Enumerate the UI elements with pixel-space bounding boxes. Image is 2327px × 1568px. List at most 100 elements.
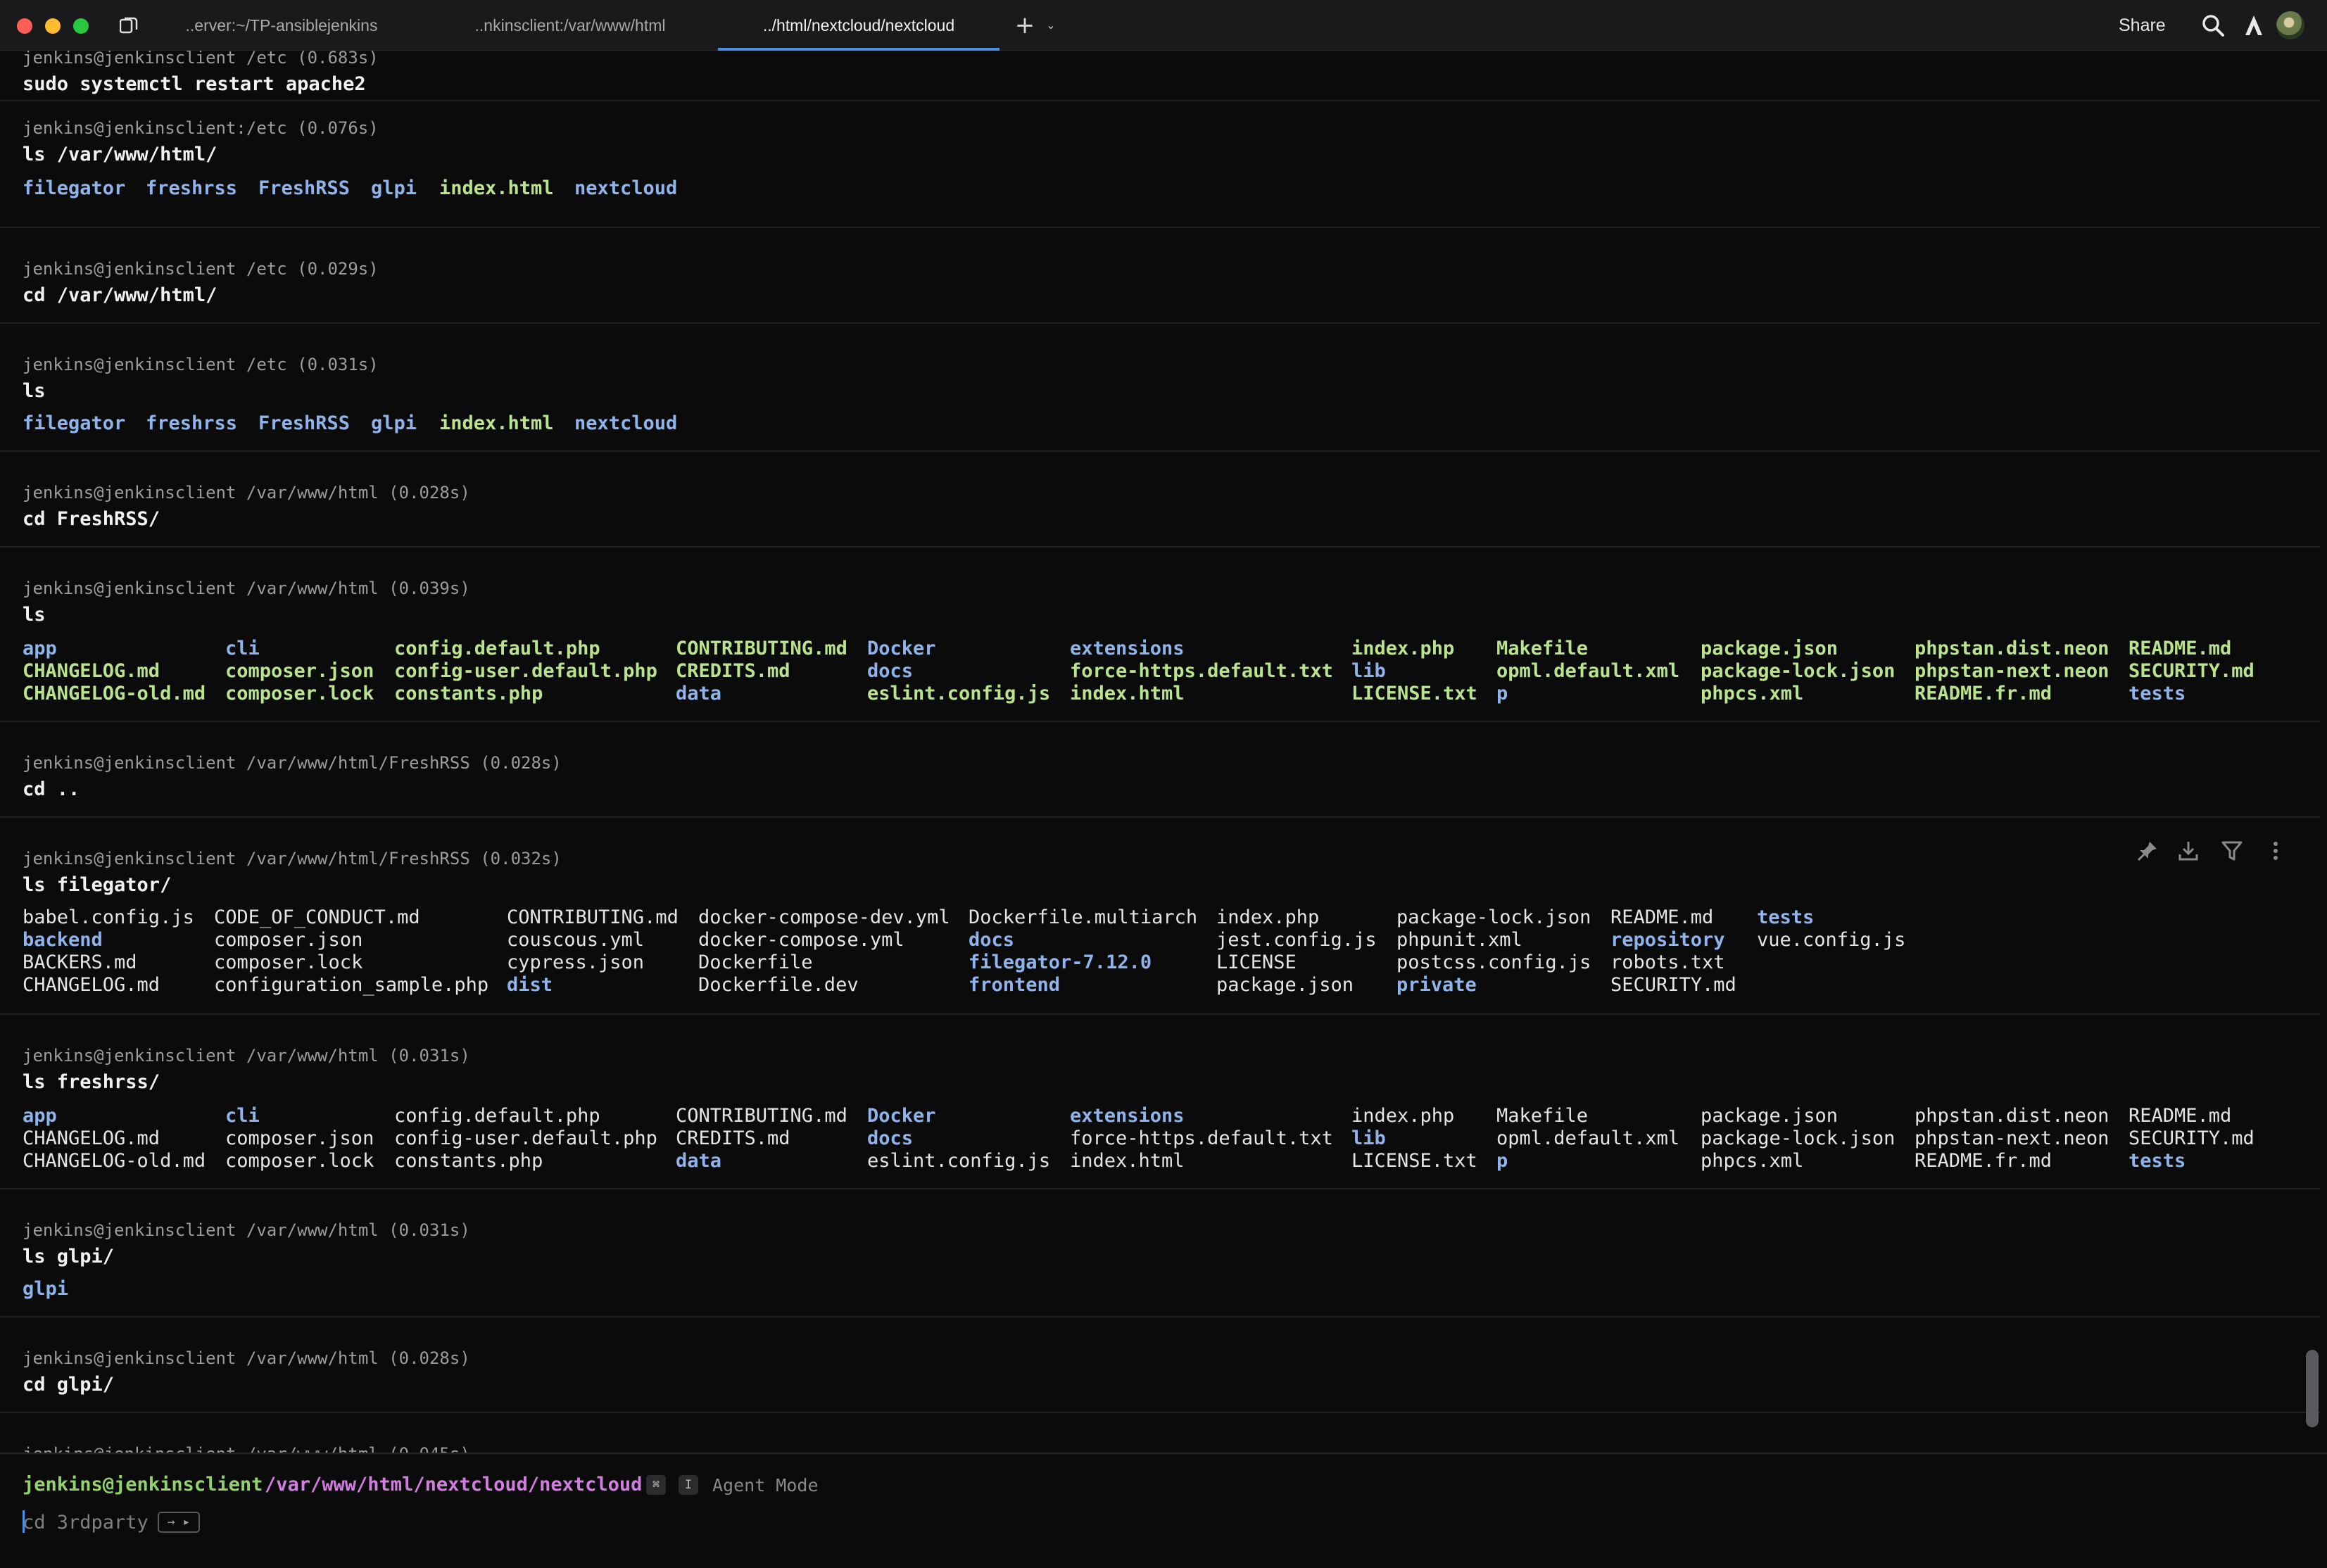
new-tab-button[interactable]: + [1011,11,1039,39]
command-block[interactable]: jenkins@jenkinsclient /var/www/html (0.0… [0,1319,2320,1413]
command-block[interactable]: jenkins@jenkinsclient /var/www/html (0.0… [0,453,2320,548]
accept-suggestion-key[interactable]: → ▸ [158,1512,200,1533]
block-prompt: jenkins@jenkinsclient /etc (0.683s) [23,51,379,68]
list-item: CHANGELOG-old.md [23,683,206,704]
command-block[interactable]: jenkins@jenkinsclient /etc (0.031s) ls f… [0,325,2320,452]
list-item: composer.lock [225,1150,374,1172]
more-vertical-icon[interactable] [2264,839,2288,863]
block-command: sudo systemctl restart apache2 [23,73,366,95]
share-button[interactable]: Share [2119,0,2166,51]
list-item: CREDITS.md [676,660,790,682]
list-item: opml.default.xml [1496,660,1680,682]
list-item: README.fr.md [1915,1150,2052,1172]
list-item: filegator [23,177,126,199]
command-block[interactable]: jenkins@jenkinsclient /var/www/html (0.0… [0,1191,2320,1317]
agent-mode-button[interactable]: Agent Mode [712,1475,819,1496]
close-window-button[interactable] [17,18,32,34]
list-item: glpi [371,177,417,199]
list-item: Docker [867,1105,936,1127]
command-block[interactable]: jenkins@jenkinsclient /var/www/html (0.0… [0,549,2320,722]
block-prompt: jenkins@jenkinsclient /var/www/html (0.0… [23,1220,470,1240]
list-item: tests [2129,683,2186,704]
list-item: Dockerfile.multiarch [969,906,1198,928]
minimize-window-button[interactable] [45,18,61,34]
command-block[interactable]: jenkins@jenkinsclient /var/www/html (0.0… [0,1415,2320,1453]
terminal-output[interactable]: jenkins@jenkinsclient /etc (0.683s) sudo… [0,51,2327,1453]
command-block[interactable]: jenkins@jenkinsclient /var/www/html (0.0… [0,1016,2320,1189]
list-item: Docker [867,638,936,659]
block-command: cd glpi/ [23,1374,115,1396]
maximize-window-button[interactable] [73,18,89,34]
list-item: CONTRIBUTING.md [507,906,679,928]
list-item: opml.default.xml [1496,1127,1680,1149]
list-item: package.json [1701,638,1839,659]
tab-ansiblejenkins[interactable]: ..erver:~/TP-ansiblejenkins [162,0,401,51]
list-item: docker-compose.yml [698,929,904,951]
list-item: CREDITS.md [676,1127,790,1149]
list-item: README.md [1610,906,1714,928]
download-icon[interactable] [2176,839,2200,863]
list-item: SECURITY.md [2129,1127,2255,1149]
list-item: Makefile [1496,1105,1589,1127]
list-item: repository [1610,929,1725,951]
new-tab-menu-button[interactable]: ⌄ [1043,14,1059,37]
list-item: postcss.config.js [1396,951,1591,973]
list-item: extensions [1070,1105,1185,1127]
block-command: cd .. [23,778,80,800]
list-item: package-lock.json [1701,660,1896,682]
list-item: SECURITY.md [1610,974,1736,996]
list-item: freshrss [146,177,238,199]
list-item: cli [225,1105,260,1127]
list-item: freshrss [146,412,238,434]
block-prompt: jenkins@jenkinsclient /etc (0.029s) [23,259,379,279]
list-item: jest.config.js [1216,929,1377,951]
list-item: index.html [439,412,554,434]
block-command: ls [23,604,46,626]
list-item: package-lock.json [1701,1127,1896,1149]
list-item: composer.json [225,660,374,682]
shortcut-key-cmd: ⌘ [646,1475,666,1495]
list-item: configuration_sample.php [214,974,489,996]
command-block[interactable]: jenkins@jenkinsclient /etc (0.029s) cd /… [0,229,2320,324]
list-item: phpstan-next.neon [1915,660,2110,682]
list-item: config.default.php [394,638,600,659]
command-input-area[interactable]: jenkins@jenkinsclient /var/www/html/next… [0,1453,2327,1568]
list-item: Dockerfile [698,951,813,973]
search-icon[interactable] [2200,13,2226,38]
list-item: phpstan-next.neon [1915,1127,2110,1149]
list-item: phpunit.xml [1396,929,1522,951]
shortcut-key-i: I [679,1475,698,1495]
tabs-panel-icon[interactable] [120,17,138,34]
title-bar: ..erver:~/TP-ansiblejenkins ..nkinsclien… [0,0,2327,51]
list-item: p [1496,683,1508,704]
scrollbar[interactable] [2306,1350,2319,1427]
command-block[interactable]: jenkins@jenkinsclient /var/www/html/Fres… [0,723,2320,818]
block-command: cd FreshRSS/ [23,508,160,530]
filter-icon[interactable] [2220,839,2244,863]
list-item: composer.lock [225,683,374,704]
block-command: ls glpi/ [23,1246,115,1267]
list-item: index.html [1070,1150,1185,1172]
list-item: LICENSE.txt [1351,683,1477,704]
list-item: BACKERS.md [23,951,137,973]
list-item: filegator-7.12.0 [969,951,1152,973]
block-prompt: jenkins@jenkinsclient /var/www/html (0.0… [23,1348,470,1368]
list-item: p [1496,1150,1508,1172]
tab-var-www-html[interactable]: ..nkinsclient:/var/www/html [429,0,711,51]
list-item: Makefile [1496,638,1589,659]
command-block[interactable]: jenkins@jenkinsclient /etc (0.683s) sudo… [0,51,2320,101]
warp-logo-icon[interactable] [2241,13,2266,38]
tab-nextcloud[interactable]: ../html/nextcloud/nextcloud [718,0,999,51]
list-item: couscous.yml [507,929,645,951]
list-item: phpcs.xml [1701,1150,1804,1172]
list-item: glpi [23,1278,69,1300]
command-block[interactable]: jenkins@jenkinsclient /var/www/html/Fres… [0,819,2320,1015]
avatar[interactable] [2276,11,2304,39]
command-block[interactable]: jenkins@jenkinsclient:/etc (0.076s) ls /… [0,101,2320,228]
block-command: ls [23,380,46,402]
pin-icon[interactable] [2136,839,2159,863]
list-item: CHANGELOG-old.md [23,1150,206,1172]
block-command: ls filegator/ [23,874,172,896]
list-item: CONTRIBUTING.md [676,1105,847,1127]
command-suggestion[interactable]: cd 3rdparty [23,1512,149,1534]
